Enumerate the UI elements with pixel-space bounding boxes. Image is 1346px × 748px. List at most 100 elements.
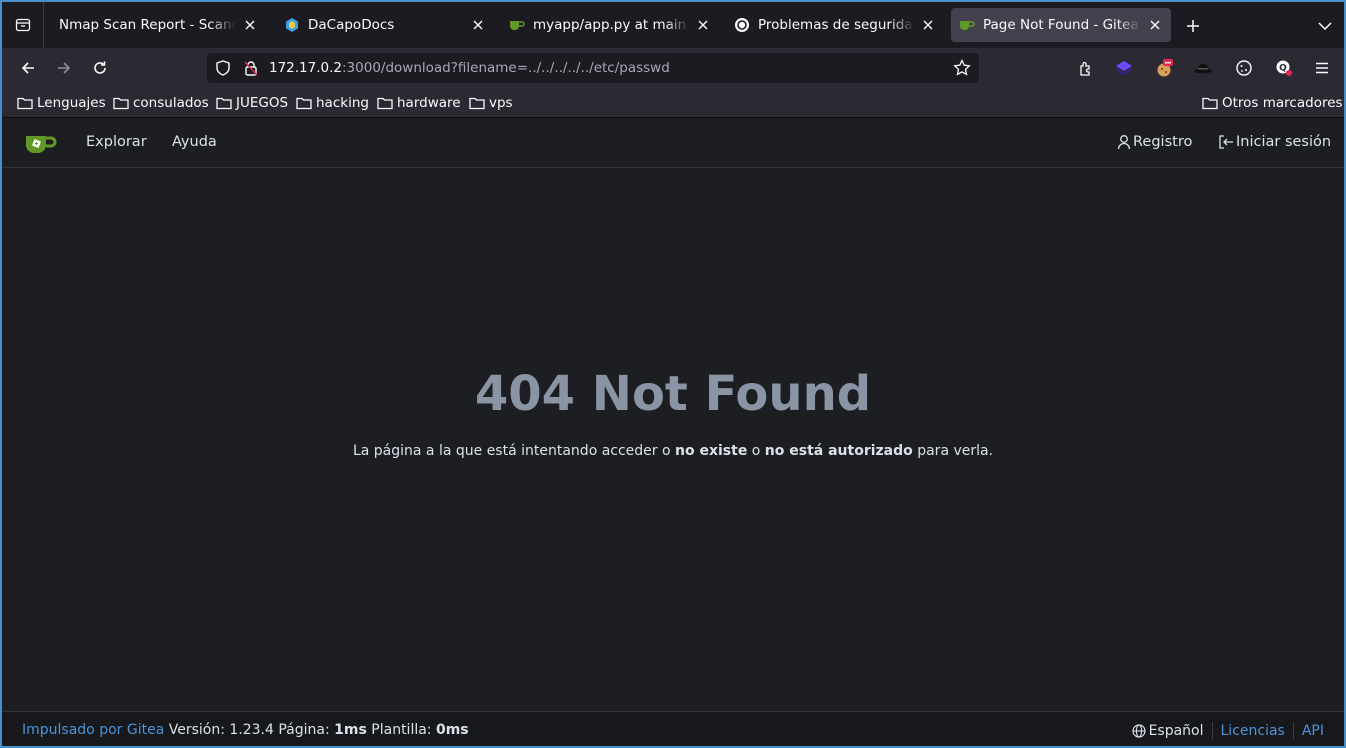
folder-icon: [377, 97, 393, 110]
error-message-text: o: [747, 443, 765, 459]
extensions-icon[interactable]: [1076, 58, 1096, 78]
nav-explore-link[interactable]: Explorar: [86, 134, 147, 150]
arrow-right-icon: [58, 62, 71, 74]
bookmarks-toolbar: Lenguajes consulados JUEGOS hacking hard…: [2, 88, 1344, 118]
folder-icon: [296, 97, 312, 110]
list-all-tabs-button[interactable]: [1314, 15, 1336, 37]
language-label: Español: [1148, 723, 1204, 739]
licenses-link[interactable]: Licencias: [1221, 723, 1285, 739]
proton-pass-extension-icon[interactable]: [1114, 58, 1134, 78]
spy-hat-extension-icon[interactable]: [1193, 58, 1213, 78]
page-footer: Impulsado por Gitea Versión: 1.23.4 Pági…: [2, 711, 1344, 746]
error-message-bold: no existe: [675, 443, 748, 459]
gitea-icon: [959, 17, 975, 33]
footer-left: Impulsado por Gitea Versión: 1.23.4 Pági…: [22, 722, 469, 738]
arrow-left-icon: [21, 62, 34, 74]
url-host: 172.17.0.2: [269, 60, 342, 76]
tab-page-not-found[interactable]: Page Not Found - Gitea: Git: [951, 8, 1171, 42]
sign-in-label: Iniciar sesión: [1236, 134, 1332, 150]
tab-nmap-report[interactable]: Nmap Scan Report - Scanned at: [51, 8, 266, 42]
shield-icon[interactable]: [215, 60, 231, 80]
navigation-toolbar: 172.17.0.2:3000/download?filename=../../…: [2, 48, 1344, 88]
bookmark-folder[interactable]: vps: [469, 95, 513, 111]
gitea-page: Explorar Ayuda Registro Iniciar sesión 4…: [2, 119, 1344, 746]
openai-icon: [734, 17, 750, 33]
bookmark-folder[interactable]: hacking: [296, 95, 369, 111]
version-text: Versión: 1.23.4 Página:: [164, 722, 335, 738]
footer-divider: [1211, 722, 1213, 740]
reload-icon: [94, 61, 106, 74]
tab-myapp[interactable]: myapp/app.py at main - my: [501, 8, 719, 42]
error-message: La página a la que está intentando acced…: [2, 443, 1344, 459]
url-bar[interactable]: 172.17.0.2:3000/download?filename=../../…: [207, 53, 979, 83]
error-message-text: La página a la que está intentando acced…: [352, 443, 676, 459]
new-tab-button[interactable]: [1182, 15, 1204, 37]
bookmark-label: hacking: [316, 95, 369, 111]
close-icon[interactable]: [470, 17, 486, 33]
tab-title: Page Not Found - Gitea: Git: [983, 17, 1141, 33]
firefox-view-button[interactable]: [2, 2, 44, 48]
error-title: 404 Not Found: [474, 366, 872, 422]
sign-in-icon: [1219, 135, 1233, 149]
plus-icon: [1187, 20, 1199, 32]
bookmark-folder[interactable]: Lenguajes: [17, 95, 106, 111]
close-icon[interactable]: [920, 17, 936, 33]
bookmark-folder[interactable]: hardware: [377, 95, 461, 111]
template-time: 0ms: [435, 722, 469, 738]
other-bookmarks-folder[interactable]: Otros marcadores: [1202, 95, 1343, 111]
api-link[interactable]: API: [1302, 723, 1324, 739]
bookmark-label: consulados: [133, 95, 209, 111]
powered-by-link[interactable]: Impulsado por Gitea: [22, 722, 164, 738]
tab-title: Nmap Scan Report - Scanned at: [59, 17, 236, 33]
tab-title: myapp/app.py at main - my: [533, 17, 689, 33]
folder-icon: [17, 97, 33, 110]
reload-button[interactable]: [88, 56, 112, 80]
gitea-navbar: Explorar Ayuda Registro Iniciar sesión: [2, 119, 1344, 168]
back-button[interactable]: [16, 56, 40, 80]
tab-title: Problemas de seguridad Fla: [758, 17, 914, 33]
language-selector[interactable]: Español: [1131, 723, 1204, 739]
browser-window: Nmap Scan Report - Scanned at DaCapoDocs…: [0, 0, 1346, 748]
chevron-down-icon: [1318, 22, 1332, 31]
cookie-extension-badge-icon[interactable]: [1154, 58, 1174, 78]
close-icon[interactable]: [695, 17, 711, 33]
bookmark-label: vps: [489, 95, 513, 111]
gitea-icon: [509, 17, 525, 33]
forward-button[interactable]: [52, 56, 76, 80]
person-icon: [1117, 135, 1131, 150]
globe-icon: [1131, 724, 1146, 738]
bookmark-folder[interactable]: consulados: [113, 95, 209, 111]
footer-divider: [1292, 722, 1294, 740]
folder-icon: [469, 97, 485, 110]
insecure-lock-icon[interactable]: [243, 60, 259, 80]
folder-icon: [1202, 97, 1218, 110]
folder-icon: [216, 97, 232, 110]
bookmark-label: Lenguajes: [37, 95, 106, 111]
cookie-icon[interactable]: [1234, 58, 1254, 78]
template-label: Plantilla:: [366, 722, 436, 738]
page-time: 1ms: [334, 722, 367, 738]
url-text[interactable]: 172.17.0.2:3000/download?filename=../../…: [269, 60, 670, 76]
register-link[interactable]: Registro: [1117, 134, 1192, 150]
register-label: Registro: [1133, 134, 1193, 150]
close-icon[interactable]: [1147, 17, 1163, 33]
bookmark-star-icon[interactable]: [953, 58, 971, 81]
gitea-logo-icon[interactable]: [24, 131, 58, 157]
close-icon[interactable]: [242, 17, 258, 33]
nav-help-link[interactable]: Ayuda: [172, 134, 217, 150]
bookmark-label: hardware: [397, 95, 461, 111]
svg-text:Q: Q: [1279, 64, 1287, 74]
tab-problemas-seguridad[interactable]: Problemas de seguridad Fla: [726, 8, 944, 42]
bookmark-label: JUEGOS: [236, 95, 289, 111]
sign-in-link[interactable]: Iniciar sesión: [1218, 134, 1331, 150]
search-extension-icon[interactable]: Q: [1274, 58, 1294, 78]
firefox-view-icon: [15, 18, 30, 32]
bookmark-label: Otros marcadores: [1222, 95, 1343, 111]
tab-title: DaCapoDocs: [308, 17, 395, 33]
url-path: :3000/download?filename=../../../../../e…: [342, 60, 670, 76]
tab-dacapodocs[interactable]: DaCapoDocs: [276, 8, 494, 42]
bookmark-folder[interactable]: JUEGOS: [216, 95, 288, 111]
dacapo-icon: [284, 17, 300, 33]
hamburger-menu-icon[interactable]: [1312, 58, 1332, 78]
error-message-bold: no está autorizado: [764, 443, 913, 459]
